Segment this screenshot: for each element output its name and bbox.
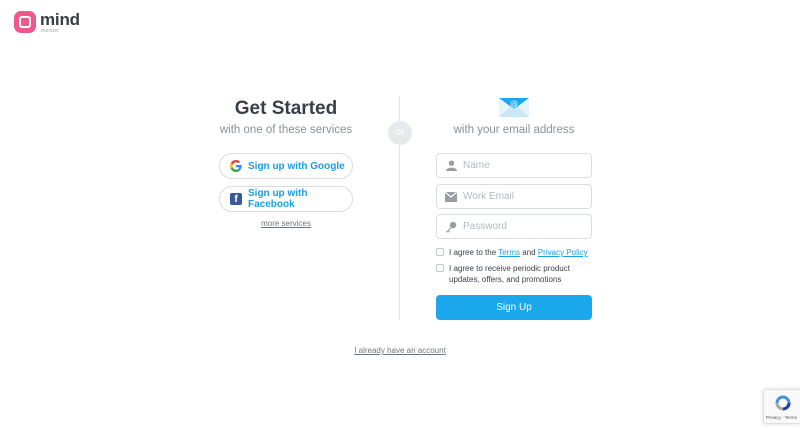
logo-subtext: meister [41,28,60,34]
email-field[interactable] [436,184,592,209]
google-signup-label: Sign up with Google [248,160,345,172]
email-subtitle: with your email address [453,124,575,136]
user-icon [445,160,457,172]
recaptcha-icon [775,395,791,411]
terms-label: I agree to the Terms and Privacy Policy [449,247,588,258]
password-input[interactable] [463,221,583,232]
facebook-signup-label: Sign up with Facebook [248,188,308,210]
mail-icon [445,191,457,203]
updates-label: I agree to receive periodic product upda… [449,264,570,284]
page-title: Get Started [234,98,338,119]
have-account-link[interactable]: I already have an account [300,346,500,355]
terms-link[interactable]: Terms [498,248,520,257]
password-field[interactable] [436,214,592,239]
terms-and: and [522,248,536,257]
updates-consent: I agree to receive periodic product upda… [436,263,596,285]
terms-prefix: I agree to the [449,248,497,257]
services-subtitle: with one of these services [219,124,353,136]
more-services-link[interactable]: more services [196,219,376,228]
updates-checkbox[interactable] [436,264,444,272]
google-icon [230,160,242,172]
mind-logo-icon [14,11,36,33]
svg-text:@: @ [510,99,518,108]
facebook-signup-button[interactable]: f Sign up with Facebook [219,186,353,212]
logo-wordmark: mind [40,10,80,29]
sign-up-button[interactable]: Sign Up [436,295,592,320]
name-field[interactable] [436,153,592,178]
email-input[interactable] [463,191,583,202]
key-icon [445,221,457,233]
envelope-icon: @ [499,98,529,117]
privacy-policy-link[interactable]: Privacy Policy [538,248,588,257]
google-signup-button[interactable]: Sign up with Google [219,153,353,179]
facebook-icon: f [230,193,242,205]
recaptcha-badge[interactable]: Privacy - Terms [763,389,800,424]
recaptcha-links[interactable]: Privacy - Terms [766,415,797,420]
or-separator: or [388,121,412,145]
name-input[interactable] [463,160,583,171]
mindmeister-logo[interactable]: mind meister [14,11,80,34]
terms-consent: I agree to the Terms and Privacy Policy [436,247,588,258]
terms-checkbox[interactable] [436,248,444,256]
